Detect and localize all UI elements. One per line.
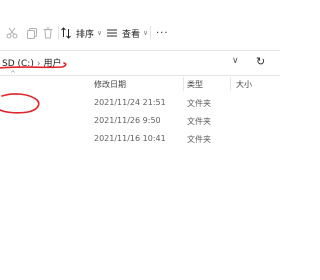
row-modified-date: 2021/11/26 9:50 xyxy=(94,116,161,125)
toolbar-separator xyxy=(58,26,59,40)
toolbar-separator xyxy=(150,26,151,40)
file-row[interactable]: 2021/11/24 21:51 文件夹 xyxy=(0,95,280,113)
sort-icon xyxy=(61,27,71,39)
breadcrumb-drive[interactable]: SD (C:) xyxy=(2,59,34,69)
column-divider[interactable] xyxy=(183,77,184,91)
view-button[interactable]: 查看 ∨ xyxy=(106,22,148,44)
row-type: 文件夹 xyxy=(187,117,211,126)
delete-icon[interactable] xyxy=(42,27,54,39)
file-row[interactable]: 2021/11/16 10:41 文件夹 xyxy=(0,131,280,149)
row-modified-date: 2021/11/24 21:51 xyxy=(94,98,166,107)
row-type: 文件夹 xyxy=(187,135,211,144)
column-header-type[interactable]: 类型 xyxy=(187,79,203,90)
breadcrumb: SD (C:) › 用户 xyxy=(2,56,61,69)
breadcrumb-separator: › xyxy=(36,59,41,69)
sort-caret-icon: ^ xyxy=(10,70,16,78)
view-icon xyxy=(107,29,117,37)
sort-label: 排序 xyxy=(76,29,95,40)
chevron-down-icon: ∨ xyxy=(97,29,103,37)
chevron-down-icon[interactable]: ∨ xyxy=(232,56,239,66)
column-header-modified[interactable]: 修改日期 xyxy=(94,79,126,90)
cut-icon[interactable] xyxy=(6,27,18,39)
sort-button[interactable]: 排序 ∨ xyxy=(60,22,102,44)
row-modified-date: 2021/11/16 10:41 xyxy=(94,134,166,143)
view-label: 查看 xyxy=(122,29,141,40)
chevron-down-icon: ∨ xyxy=(143,29,149,37)
more-icon: ··· xyxy=(156,27,169,39)
breadcrumb-users[interactable]: 用户 xyxy=(43,59,61,69)
file-row[interactable]: 2021/11/26 9:50 文件夹 xyxy=(0,113,280,131)
column-header-size[interactable]: 大小 xyxy=(236,79,252,90)
column-divider[interactable] xyxy=(230,77,231,91)
refresh-icon[interactable]: ↻ xyxy=(256,55,265,68)
address-bar[interactable]: SD (C:) › 用户 ∨ ↻ xyxy=(0,50,280,76)
copy-icon[interactable] xyxy=(26,27,38,39)
row-type: 文件夹 xyxy=(187,99,211,108)
more-button[interactable]: ··· xyxy=(156,22,169,44)
